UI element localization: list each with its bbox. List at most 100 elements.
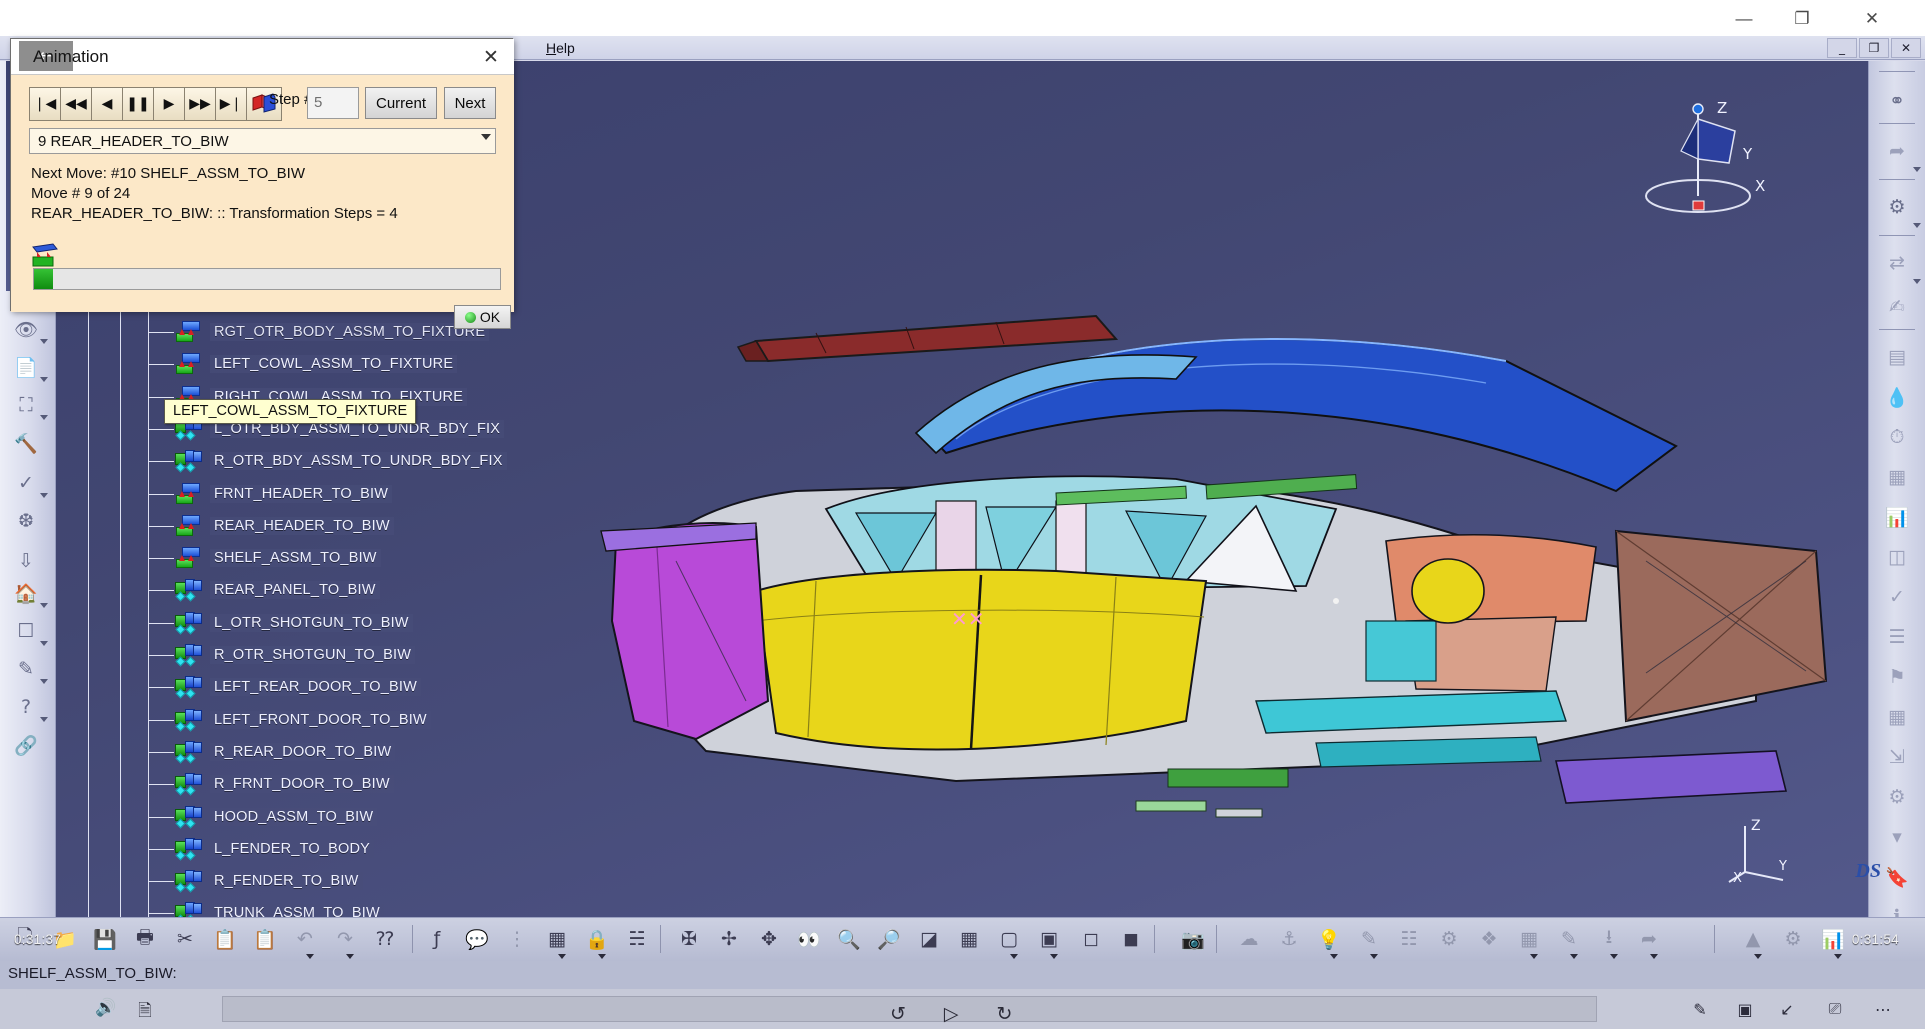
tree-item-frnt-header-to-biw[interactable]: FRNT_HEADER_TO_BIW <box>174 481 392 507</box>
tree-item-left-cowl-assm-to-fixture[interactable]: LEFT_COWL_ASSM_TO_FIXTURE <box>174 351 457 377</box>
tree-item-r-rear-door-to-biw[interactable]: R_REAR_DOOR_TO_BIW <box>174 739 395 765</box>
iso-view-icon[interactable]: ▢ <box>992 922 1026 956</box>
layout-icon[interactable]: ☷ <box>1392 922 1426 956</box>
move-selector-combobox[interactable]: 9 REAR_HEADER_TO_BIW <box>29 128 496 154</box>
lock-icon[interactable]: 🔒 <box>580 922 614 956</box>
swap-icon[interactable]: ⇄ <box>1875 245 1919 281</box>
vcr-first-button[interactable]: ❘◀ <box>29 87 60 121</box>
catalog-icon-dropdown[interactable] <box>40 377 48 382</box>
swap-icon-dropdown[interactable] <box>1913 279 1921 284</box>
vcr-fast-rewind-button[interactable]: ◀◀ <box>60 87 91 121</box>
stack-icon[interactable]: ☰ <box>1875 619 1919 655</box>
link2-icon[interactable]: ➦ <box>1632 922 1666 956</box>
render-style-dropdown[interactable] <box>1050 954 1058 959</box>
gear-cursor-icon[interactable]: ⚙ <box>1875 189 1919 225</box>
analyze-icon[interactable]: ✠ <box>672 922 706 956</box>
display-icon[interactable]: ⎚ <box>1815 995 1855 1023</box>
rotate-icon[interactable]: 👀 <box>792 922 826 956</box>
check-icon-dropdown[interactable] <box>40 493 48 498</box>
ok-button[interactable]: OK <box>454 305 511 329</box>
download-dropdown[interactable] <box>1610 954 1618 959</box>
tree-item-rear-panel-to-biw[interactable]: REAR_PANEL_TO_BIW <box>174 577 380 603</box>
screenshot-icon[interactable]: ▣ <box>1725 995 1765 1023</box>
tree-item-l-otr-shotgun-to-biw[interactable]: L_OTR_SHOTGUN_TO_BIW <box>174 610 413 636</box>
select-arrow-dropdown[interactable] <box>1913 167 1921 172</box>
tree-item-r-frnt-door-to-biw[interactable]: R_FRNT_DOOR_TO_BIW <box>174 771 394 797</box>
vcr-pause-button[interactable]: ❚❚ <box>122 87 153 121</box>
grid-icon[interactable]: ▦ <box>540 922 574 956</box>
report-icon[interactable]: 📊 <box>1816 922 1850 956</box>
current-button[interactable]: Current <box>365 87 437 119</box>
redo-icon[interactable]: ↷ <box>328 922 362 956</box>
report-dropdown[interactable] <box>1834 954 1842 959</box>
multi-view-icon[interactable]: ▦ <box>952 922 986 956</box>
chart-icon[interactable]: 📊 <box>1875 499 1919 535</box>
formula-icon[interactable]: ƒ <box>420 922 454 956</box>
render-style-icon[interactable]: ▣ <box>1032 922 1066 956</box>
scatter-icon[interactable]: ❖ <box>1472 922 1506 956</box>
bookmark-icon[interactable]: 🔖 <box>1875 859 1919 895</box>
measure-icon-dropdown[interactable] <box>40 415 48 420</box>
anchor-icon[interactable]: ⚓ <box>1272 922 1306 956</box>
print-icon[interactable]: 🖶 <box>128 922 162 956</box>
cone-dropdown[interactable] <box>1754 954 1762 959</box>
tools-icon[interactable]: 🔨 <box>4 425 48 461</box>
table-add-dropdown[interactable] <box>1530 954 1538 959</box>
link2-dropdown[interactable] <box>1650 954 1658 959</box>
comment-icon[interactable]: 💬 <box>460 922 494 956</box>
fit-all-icon[interactable]: ✢ <box>712 922 746 956</box>
step-number-input[interactable]: 5 <box>307 87 359 119</box>
annotate-icon[interactable]: ✎ <box>1552 922 1586 956</box>
collapse-icon[interactable]: ↙ <box>1767 995 1807 1023</box>
paint-icon-dropdown[interactable] <box>40 679 48 684</box>
inner-minimize-button[interactable]: _ <box>1827 38 1857 58</box>
box-down-icon[interactable]: ⇩ <box>4 543 48 579</box>
zoom-out-icon[interactable]: 🔎 <box>872 922 906 956</box>
paste-icon[interactable]: 📋 <box>248 922 282 956</box>
copy-icon[interactable]: 📋 <box>208 922 242 956</box>
flag-icon[interactable]: ⚑ <box>1875 659 1919 695</box>
light-dropdown[interactable] <box>1330 954 1338 959</box>
window-icon-dropdown[interactable] <box>40 641 48 646</box>
window-maximize-button[interactable]: ❐ <box>1773 0 1831 36</box>
tree-item-rear-header-to-biw[interactable]: REAR_HEADER_TO_BIW <box>174 513 394 539</box>
pen-icon[interactable]: ✎ <box>1680 995 1720 1023</box>
help-icon-dropdown[interactable] <box>40 717 48 722</box>
shadow-icon[interactable]: ☁ <box>1232 922 1266 956</box>
cut-icon[interactable]: ✂ <box>168 922 202 956</box>
tree-item-left-rear-door-to-biw[interactable]: LEFT_REAR_DOOR_TO_BIW <box>174 674 421 700</box>
tree-item-r-otr-shotgun-to-biw[interactable]: R_OTR_SHOTGUN_TO_BIW <box>174 642 415 668</box>
iso-view-dropdown[interactable] <box>1010 954 1018 959</box>
next-button[interactable]: Next <box>444 87 496 119</box>
pan-obj-icon[interactable]: ⚙ <box>1432 922 1466 956</box>
tree-item-hood-assm-to-biw[interactable]: HOOD_ASSM_TO_BIW <box>174 804 377 830</box>
zoom-in-icon[interactable]: 🔍 <box>832 922 866 956</box>
normal-view-icon[interactable]: ◪ <box>912 922 946 956</box>
sketch-dropdown[interactable] <box>1370 954 1378 959</box>
apply-icon[interactable]: ✓ <box>1875 579 1919 615</box>
tree-item-r-otr-bdy-assm-to-undr-bdy-fix[interactable]: R_OTR_BDY_ASSM_TO_UNDR_BDY_FIX <box>174 448 507 474</box>
tree-item-left-front-door-to-biw[interactable]: LEFT_FRONT_DOOR_TO_BIW <box>174 707 431 733</box>
vcr-step-back-button[interactable]: ◀ <box>91 87 122 121</box>
window-close-button[interactable]: ✕ <box>1843 0 1901 36</box>
grid-dropdown[interactable] <box>558 954 566 959</box>
play-icon[interactable]: ▷ <box>944 1003 959 1025</box>
tree-item-r-fender-to-biw[interactable]: R_FENDER_TO_BIW <box>174 868 363 894</box>
swap-visible-icon[interactable]: ◼ <box>1114 922 1148 956</box>
inner-restore-button[interactable]: ❐ <box>1859 38 1889 58</box>
vcr-play-button[interactable]: ▶ <box>153 87 184 121</box>
export-icon[interactable]: ⇲ <box>1875 739 1919 775</box>
menu-item-help[interactable]: Help <box>540 39 581 57</box>
camera-icon[interactable]: 📷 <box>1176 922 1210 956</box>
annotate-dropdown[interactable] <box>1570 954 1578 959</box>
settings-icon[interactable]: ⚙ <box>1875 779 1919 815</box>
gear-cursor-dropdown[interactable] <box>1913 223 1921 228</box>
filter-icon[interactable]: ▾ <box>1875 819 1919 855</box>
sketch-icon[interactable]: ✎ <box>1352 922 1386 956</box>
pan-icon[interactable]: ✥ <box>752 922 786 956</box>
what-is-this-icon[interactable]: ⁇ <box>368 922 402 956</box>
clock-icon[interactable]: ⏱ <box>1875 419 1919 455</box>
lock-dropdown[interactable] <box>598 954 606 959</box>
vcr-last-button[interactable]: ▶❘ <box>215 87 246 121</box>
layers-icon[interactable]: ◫ <box>1875 539 1919 575</box>
